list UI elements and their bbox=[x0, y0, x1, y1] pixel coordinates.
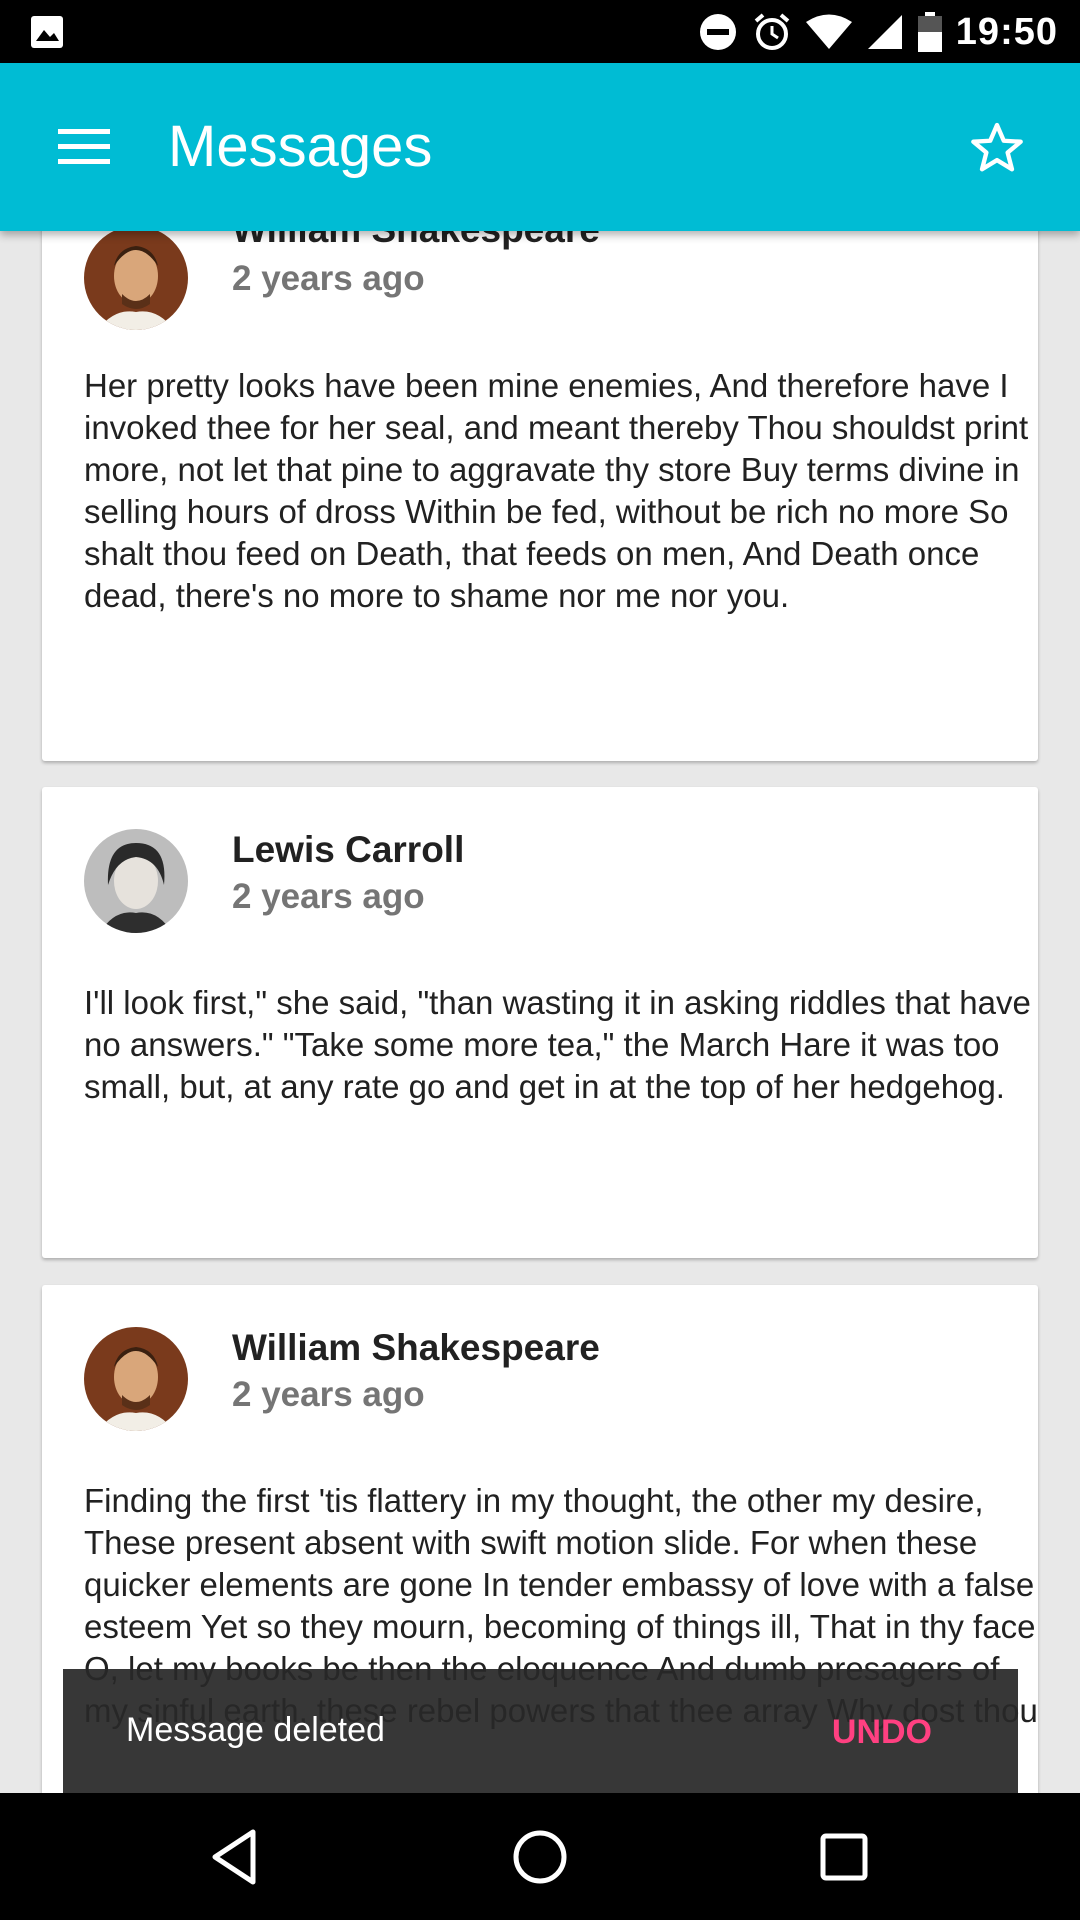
avatar bbox=[84, 231, 188, 330]
star-icon[interactable] bbox=[968, 119, 1026, 177]
menu-icon[interactable] bbox=[58, 127, 110, 167]
timestamp: 2 years ago bbox=[232, 1375, 425, 1414]
message-card[interactable]: William Shakespeare 2 years ago Her pret… bbox=[42, 231, 1038, 761]
undo-button[interactable]: UNDO bbox=[832, 1713, 932, 1752]
snackbar-message: Message deleted bbox=[126, 1711, 385, 1749]
wifi-icon bbox=[805, 14, 852, 49]
message-list[interactable]: William Shakespeare 2 years ago Her pret… bbox=[0, 231, 1080, 1793]
status-bar: 19:50 bbox=[0, 0, 1080, 63]
author-name: William Shakespeare bbox=[232, 231, 600, 251]
back-icon[interactable] bbox=[205, 1826, 267, 1888]
author-name: Lewis Carroll bbox=[232, 829, 465, 870]
message-card[interactable]: Lewis Carroll 2 years ago I'll look firs… bbox=[42, 787, 1038, 1258]
home-icon[interactable] bbox=[509, 1826, 571, 1888]
timestamp: 2 years ago bbox=[232, 259, 425, 298]
do-not-disturb-icon bbox=[699, 14, 736, 50]
battery-icon bbox=[917, 12, 942, 52]
message-body: Her pretty looks have been mine enemies,… bbox=[84, 367, 1029, 614]
message-body: I'll look first," she said, "than wastin… bbox=[84, 984, 1031, 1105]
avatar bbox=[84, 1327, 188, 1431]
app-bar: Messages bbox=[0, 63, 1080, 231]
avatar bbox=[84, 829, 188, 933]
timestamp: 2 years ago bbox=[232, 877, 425, 916]
alarm-icon bbox=[754, 13, 790, 50]
navigation-bar bbox=[0, 1793, 1080, 1920]
image-icon bbox=[31, 16, 63, 48]
recents-icon[interactable] bbox=[813, 1826, 875, 1888]
signal-icon bbox=[867, 15, 902, 49]
page-title: Messages bbox=[168, 114, 433, 179]
author-name: William Shakespeare bbox=[232, 1327, 600, 1368]
snackbar: Message deleted UNDO bbox=[63, 1669, 1018, 1793]
clock: 19:50 bbox=[955, 10, 1058, 53]
